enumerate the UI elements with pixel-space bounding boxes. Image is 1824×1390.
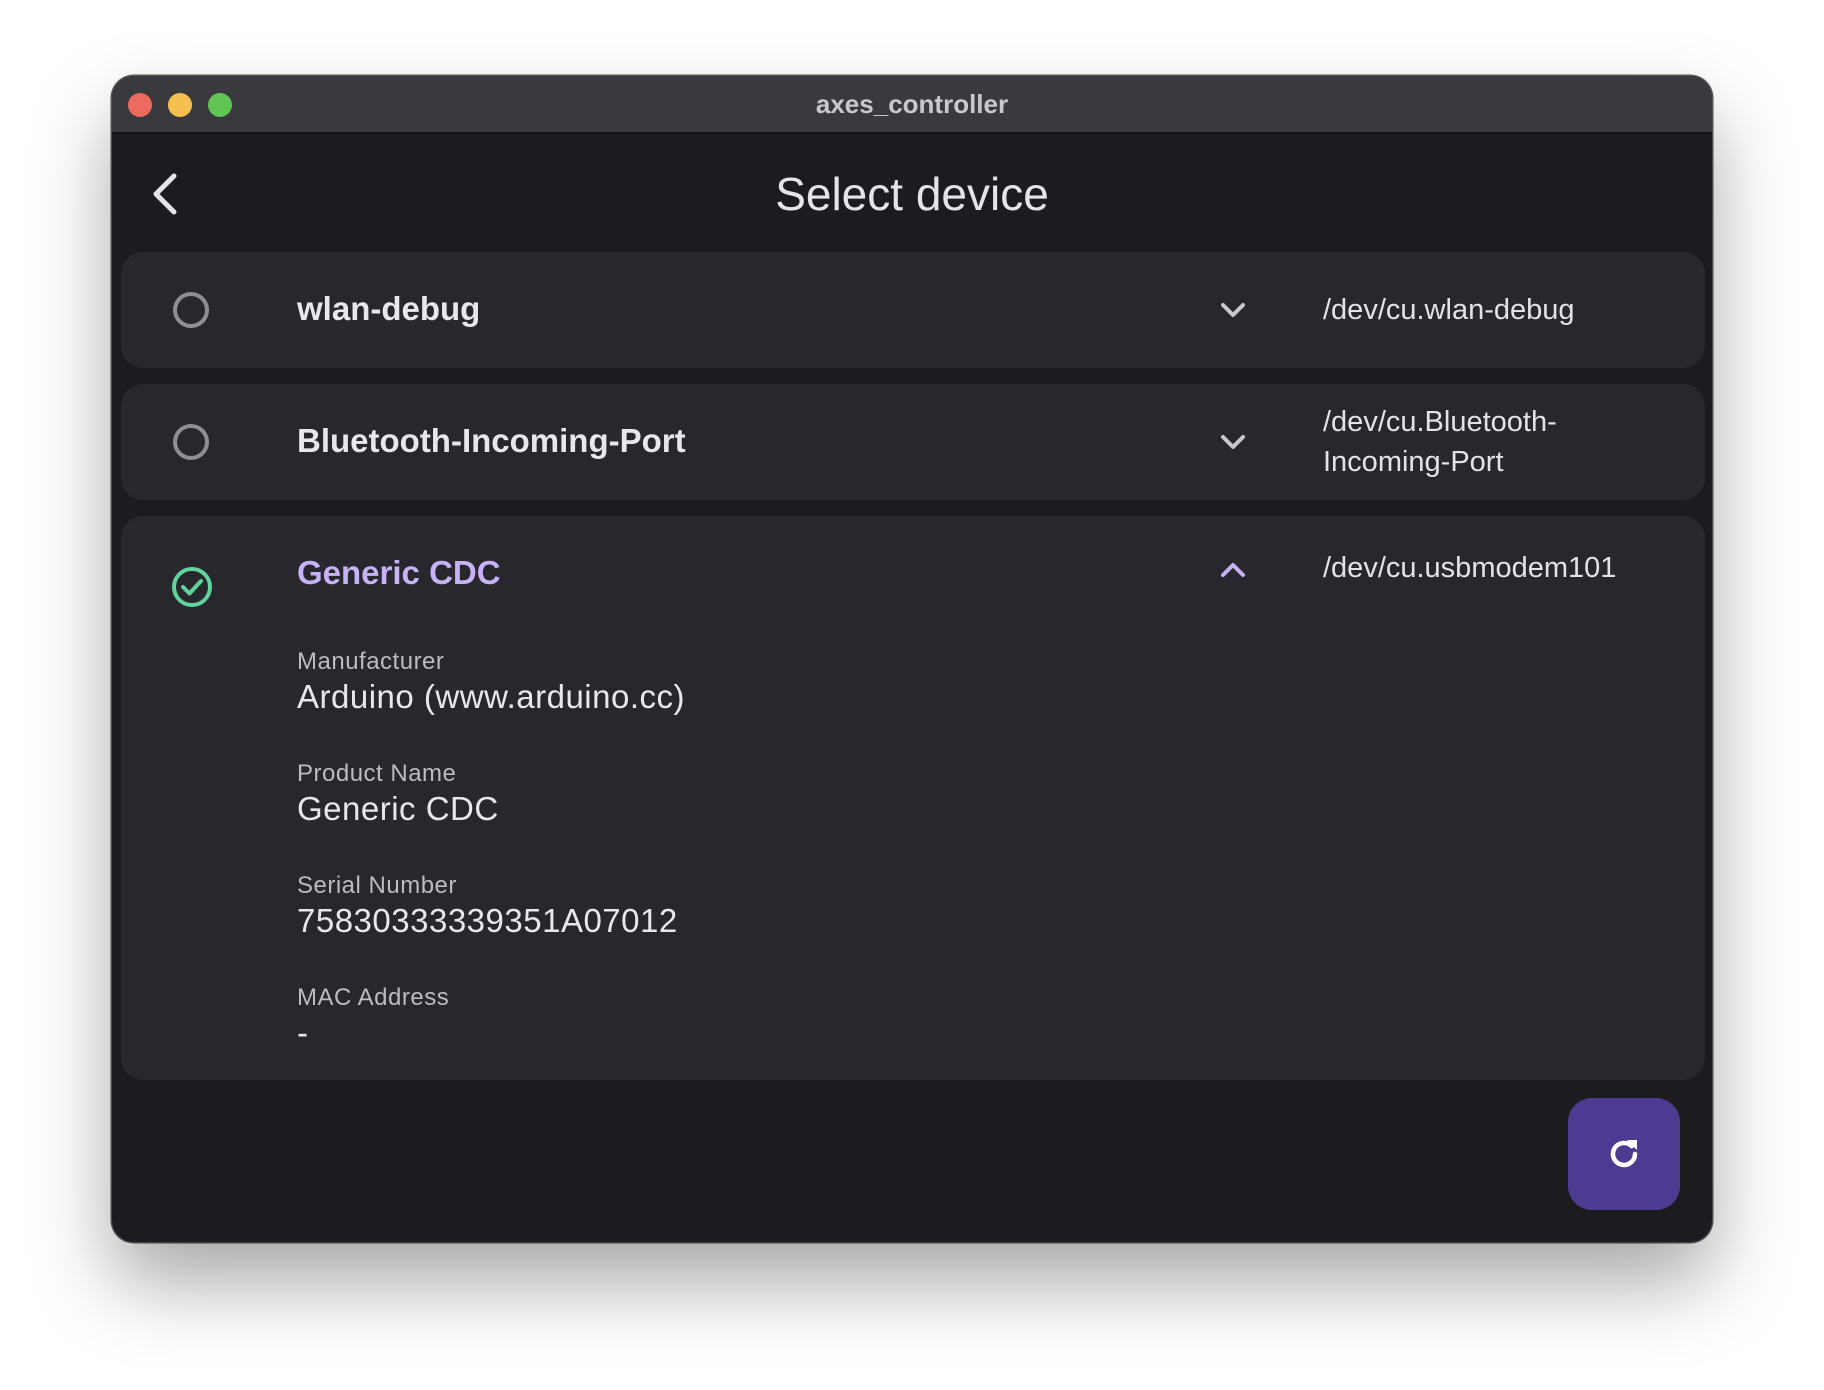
page-title: Select device [775,168,1049,220]
mac-address-label: MAC Address [297,984,450,1011]
app-bar: Select device [112,134,1712,264]
chevron-down-icon[interactable] [1217,294,1249,326]
window-title: axes_controller [815,89,1009,119]
device-path-line-2: Incoming-Port [1323,446,1504,478]
radio-unselected-icon[interactable] [173,292,209,328]
device-path: /dev/cu.usbmodem101 [1323,552,1617,584]
serial-number-label: Serial Number [297,872,457,899]
device-item-wlan-debug[interactable]: wlan-debug /dev/cu.wlan-debug [121,252,1705,368]
product-name-value: Generic CDC [297,790,499,827]
radio-unselected-icon[interactable] [173,424,209,460]
check-circle-icon[interactable] [171,566,213,608]
refresh-icon [1610,1140,1638,1168]
device-path: /dev/cu.wlan-debug [1323,294,1575,326]
device-item-bluetooth-incoming-port[interactable]: Bluetooth-Incoming-Port /dev/cu.Bluetoot… [121,384,1705,500]
title-bar: axes_controller [112,76,1712,134]
device-name: Generic CDC [297,554,501,591]
refresh-button[interactable] [1568,1098,1680,1210]
chevron-down-icon[interactable] [1217,426,1249,458]
device-name: Bluetooth-Incoming-Port [297,422,686,459]
mac-address-value: - [297,1014,309,1051]
app-window: axes_controller Select device wlan-debug… [112,76,1712,1242]
product-name-label: Product Name [297,760,457,787]
chevron-up-icon[interactable] [1217,554,1249,586]
device-path-line-1: /dev/cu.Bluetooth- [1323,406,1557,438]
device-path: /dev/cu.Bluetooth- Incoming-Port [1323,402,1653,482]
manufacturer-value: Arduino (www.arduino.cc) [297,678,685,715]
manufacturer-label: Manufacturer [297,648,445,675]
device-item-generic-cdc[interactable]: Generic CDC /dev/cu.usbmodem101 Manufact… [121,516,1705,1080]
serial-number-value: 75830333339351A07012 [297,902,678,939]
device-name: wlan-debug [297,290,481,327]
